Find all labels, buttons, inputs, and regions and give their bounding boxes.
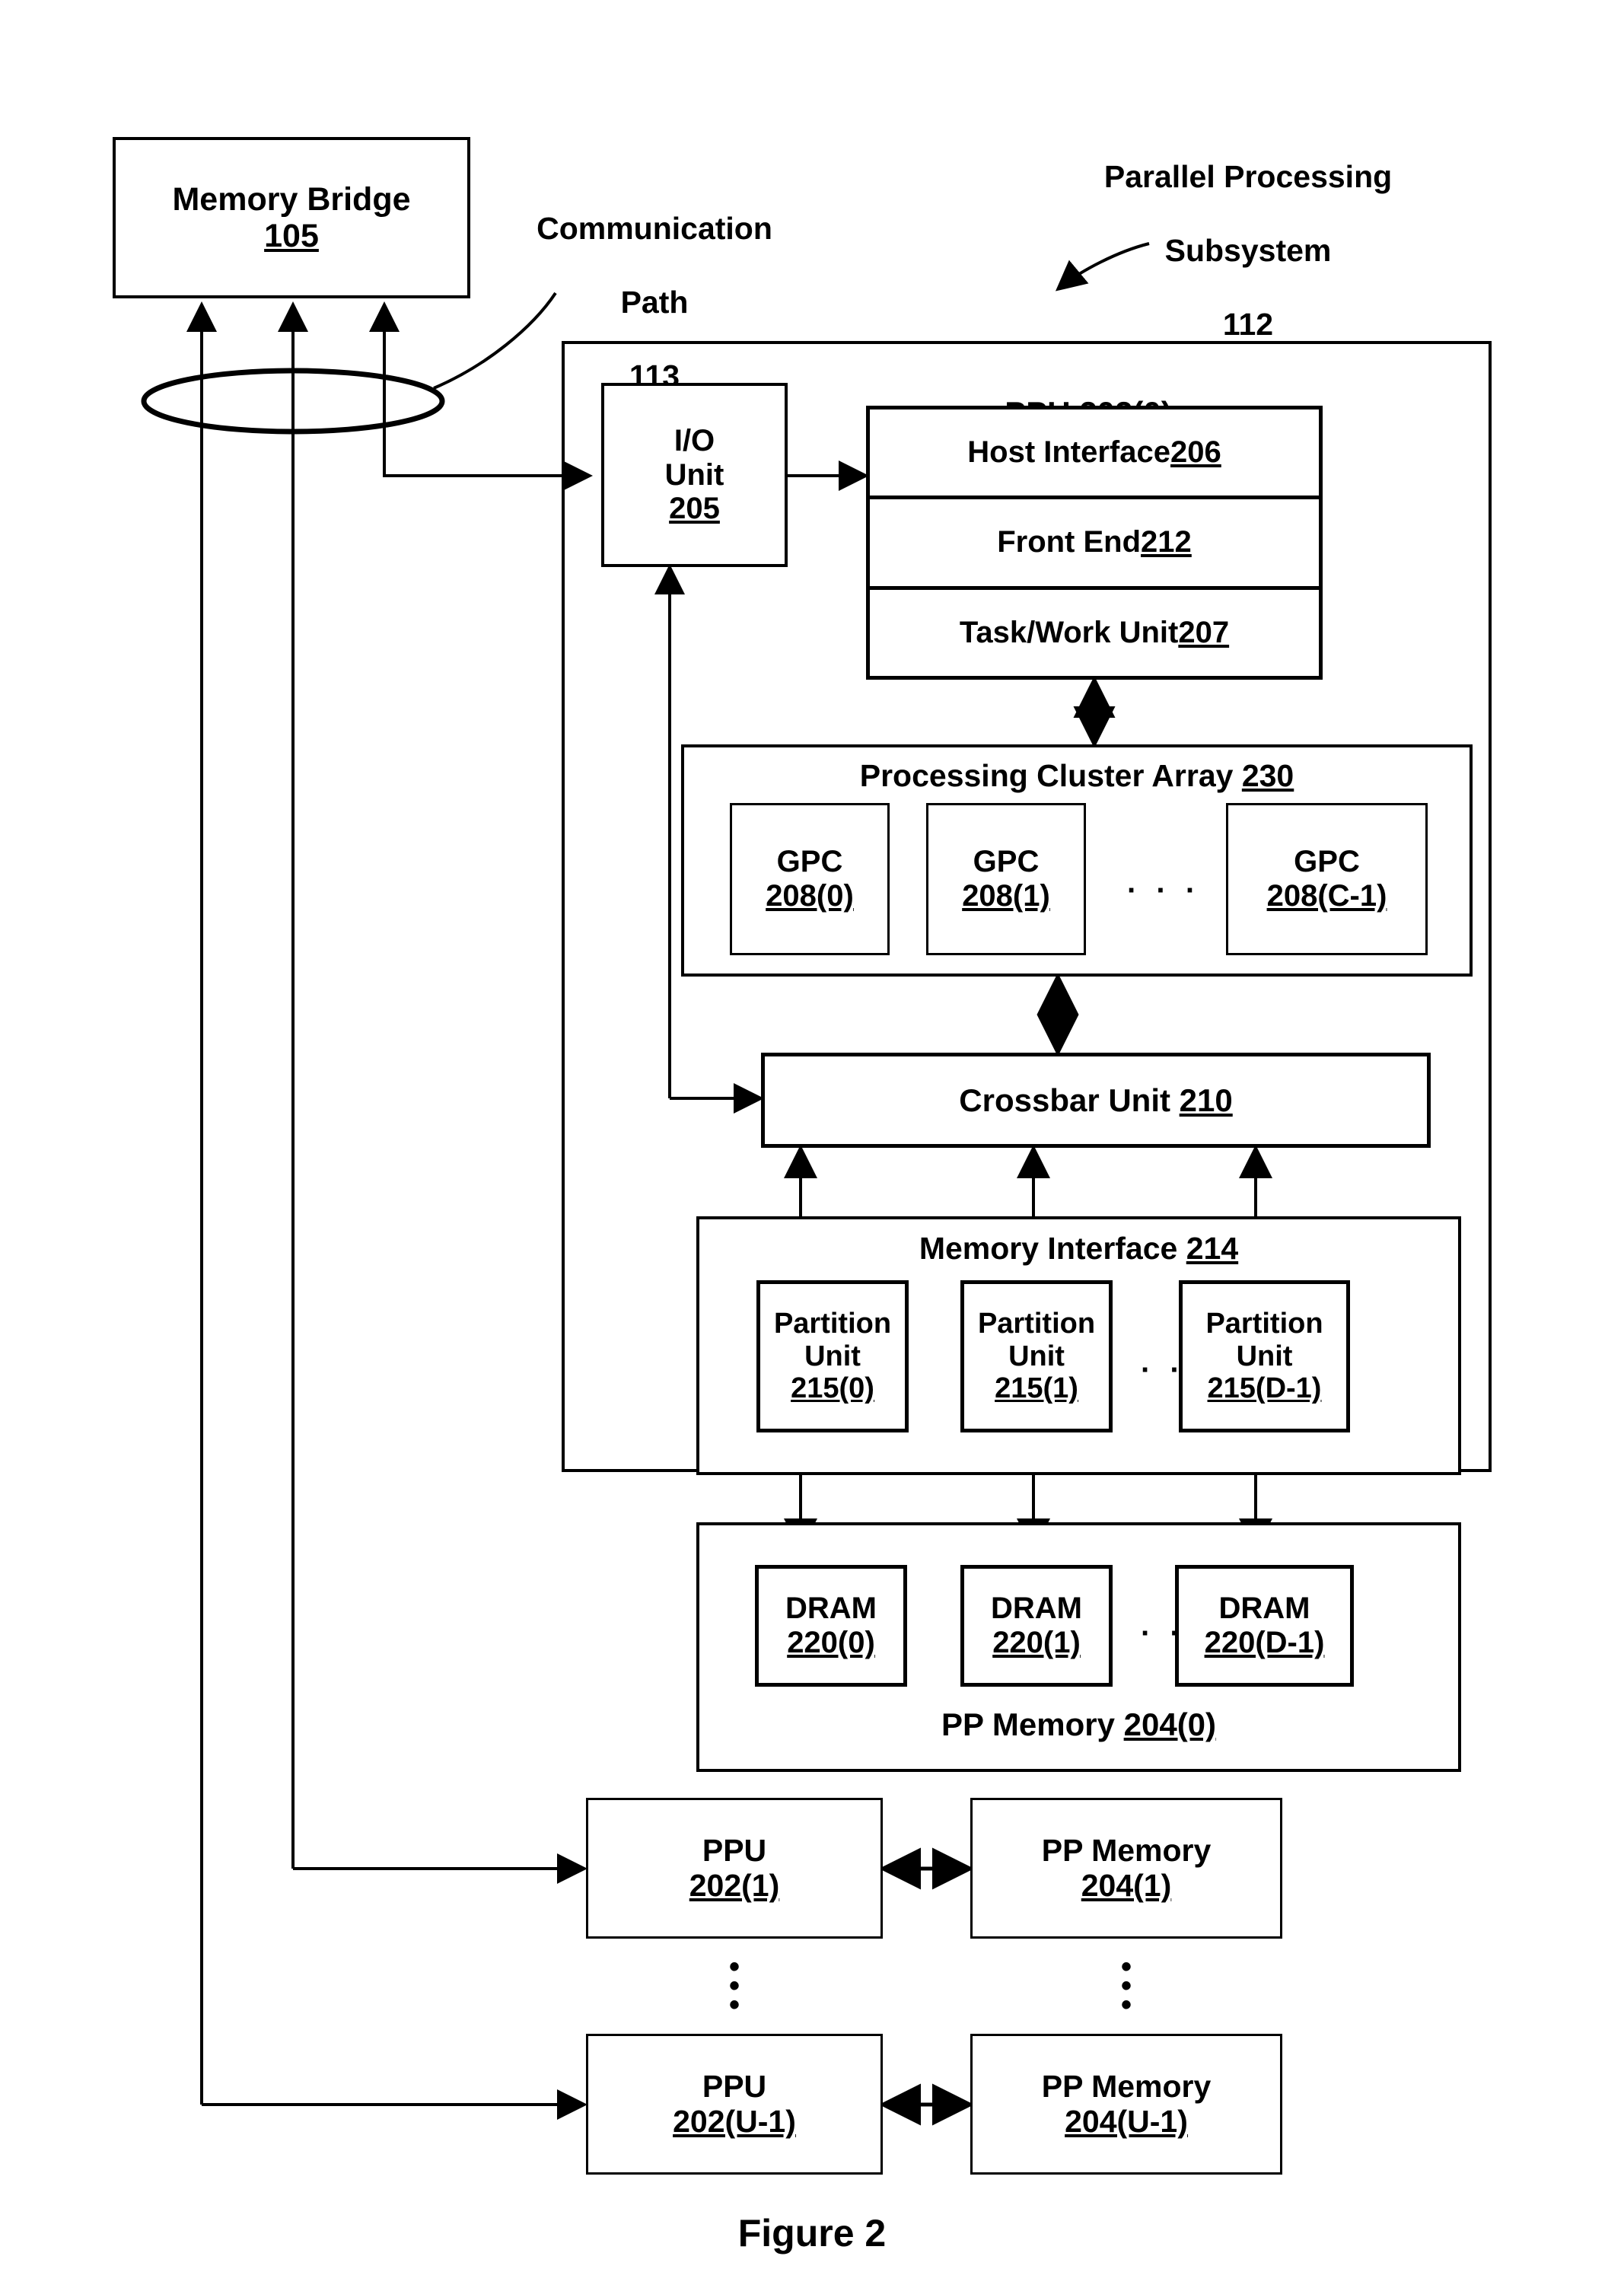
pp-memory-1-name: PP Memory [1041,1832,1212,1868]
patent-figure-page: Memory Bridge 105 Communication Path 113… [0,0,1624,2288]
communication-path-line2: Path [620,285,689,320]
subsystem-ref: 112 [1222,306,1274,342]
partition-unit-box-0[interactable]: Partition Unit 215(0) [756,1280,909,1432]
memory-bridge-box[interactable]: Memory Bridge 105 [113,137,470,298]
host-interface-ref: 206 [1170,435,1221,470]
gpc-0-ref: 208(0) [766,879,854,913]
pp-memory-0-ref: 204(0) [1123,1706,1217,1742]
front-end-stack: Host Interface 206 Front End 212 Task/Wo… [866,406,1323,680]
gpc-1-name: GPC [973,845,1040,879]
ppu-1-box[interactable]: PPU 202(1) [586,1798,883,1939]
partition-unit-2-ref: 215(D-1) [1207,1372,1322,1405]
io-unit-box[interactable]: I/O Unit 205 [601,383,788,567]
subsystem-line1: Parallel Processing [1103,159,1393,195]
pp-memory-1-box[interactable]: PP Memory 204(1) [970,1798,1282,1939]
pp-memory-u1-name: PP Memory [1041,2068,1212,2104]
gpc-box-2[interactable]: GPC 208(C-1) [1226,803,1428,955]
io-unit-line1: I/O [673,423,715,457]
memory-interface-label: Memory Interface [919,1231,1186,1266]
dram-box-0[interactable]: DRAM 220(0) [755,1565,907,1687]
memory-interface-title: Memory Interface 214 [699,1231,1458,1267]
ppu-u1-box[interactable]: PPU 202(U-1) [586,2034,883,2175]
gpc-2-ref: 208(C-1) [1266,879,1387,913]
task-work-unit-box[interactable]: Task/Work Unit 207 [870,590,1319,676]
gpc-box-1[interactable]: GPC 208(1) [926,803,1086,955]
gpc-ellipsis: · · · [1127,874,1202,907]
front-end-ref: 212 [1141,525,1192,559]
ppu-u1-ref: 202(U-1) [673,2103,796,2139]
io-unit-line2: Unit [664,457,724,492]
host-interface-box[interactable]: Host Interface 206 [870,409,1319,500]
pp-memory-0-box[interactable]: DRAM 220(0) DRAM 220(1) · · · DRAM 220(D… [696,1522,1461,1772]
dram-0-ref: 220(0) [787,1626,875,1659]
pp-memory-0-label: PP Memory [941,1706,1124,1742]
pp-memory-vertical-ellipsis: • • • [1120,1950,1132,2022]
partition-unit-1-ref: 215(1) [995,1372,1078,1405]
partition-unit-0-ref: 215(0) [791,1372,874,1405]
communication-path-line1: Communication [537,211,772,247]
ppu-u1-name: PPU [702,2068,767,2104]
memory-bridge-ref: 105 [264,218,319,254]
ppu-1-name: PPU [702,1832,767,1868]
ppu-vertical-ellipsis: • • • [728,1950,740,2022]
subsystem-line2: Subsystem [1164,233,1332,269]
partition-unit-0-line2: Unit [804,1340,861,1372]
pp-memory-1-ref: 204(1) [1081,1867,1172,1903]
dram-2-ref: 220(D-1) [1204,1626,1325,1659]
gpc-1-ref: 208(1) [962,879,1050,913]
task-work-unit-ref: 207 [1178,615,1230,649]
partition-unit-1-line1: Partition [977,1308,1096,1340]
partition-unit-box-1[interactable]: Partition Unit 215(1) [960,1280,1113,1432]
gpc-2-name: GPC [1294,845,1360,879]
processing-cluster-array-box[interactable]: Processing Cluster Array 230 GPC 208(0) … [681,744,1473,977]
dram-box-1[interactable]: DRAM 220(1) [960,1565,1113,1687]
dram-1-ref: 220(1) [992,1626,1081,1659]
partition-unit-box-2[interactable]: Partition Unit 215(D-1) [1179,1280,1350,1432]
task-work-unit-label: Task/Work Unit [959,615,1179,649]
partition-unit-2-line2: Unit [1236,1340,1293,1372]
memory-bridge-label: Memory Bridge [172,180,411,218]
front-end-label: Front End [997,525,1142,559]
memory-interface-box[interactable]: Memory Interface 214 Partition Unit 215(… [696,1216,1461,1475]
partition-unit-0-line1: Partition [773,1308,892,1340]
host-interface-label: Host Interface [967,435,1170,470]
dram-1-name: DRAM [991,1592,1082,1626]
dram-0-name: DRAM [785,1592,877,1626]
dram-2-name: DRAM [1218,1592,1310,1626]
partition-unit-2-line1: Partition [1205,1308,1323,1340]
memory-interface-ref: 214 [1186,1231,1239,1266]
gpc-box-0[interactable]: GPC 208(0) [730,803,890,955]
gpc-0-name: GPC [776,845,843,879]
ppu-1-ref: 202(1) [689,1867,780,1903]
dram-box-2[interactable]: DRAM 220(D-1) [1175,1565,1354,1687]
partition-unit-1-line2: Unit [1008,1340,1065,1372]
cluster-array-label: Processing Cluster Array [859,758,1242,793]
crossbar-unit-ref: 210 [1179,1082,1233,1118]
processing-cluster-array-title: Processing Cluster Array 230 [684,758,1470,794]
cluster-array-ref: 230 [1241,758,1294,793]
pp-memory-0-title: PP Memory 204(0) [699,1706,1458,1743]
crossbar-unit-label: Crossbar Unit [959,1082,1180,1118]
crossbar-unit-box[interactable]: Crossbar Unit 210 [761,1053,1431,1148]
pp-memory-u1-box[interactable]: PP Memory 204(U-1) [970,2034,1282,2175]
io-unit-ref: 205 [669,492,720,526]
front-end-box[interactable]: Front End 212 [870,499,1319,590]
pp-memory-u1-ref: 204(U-1) [1065,2103,1188,2139]
figure-caption: Figure 2 [737,2212,887,2255]
